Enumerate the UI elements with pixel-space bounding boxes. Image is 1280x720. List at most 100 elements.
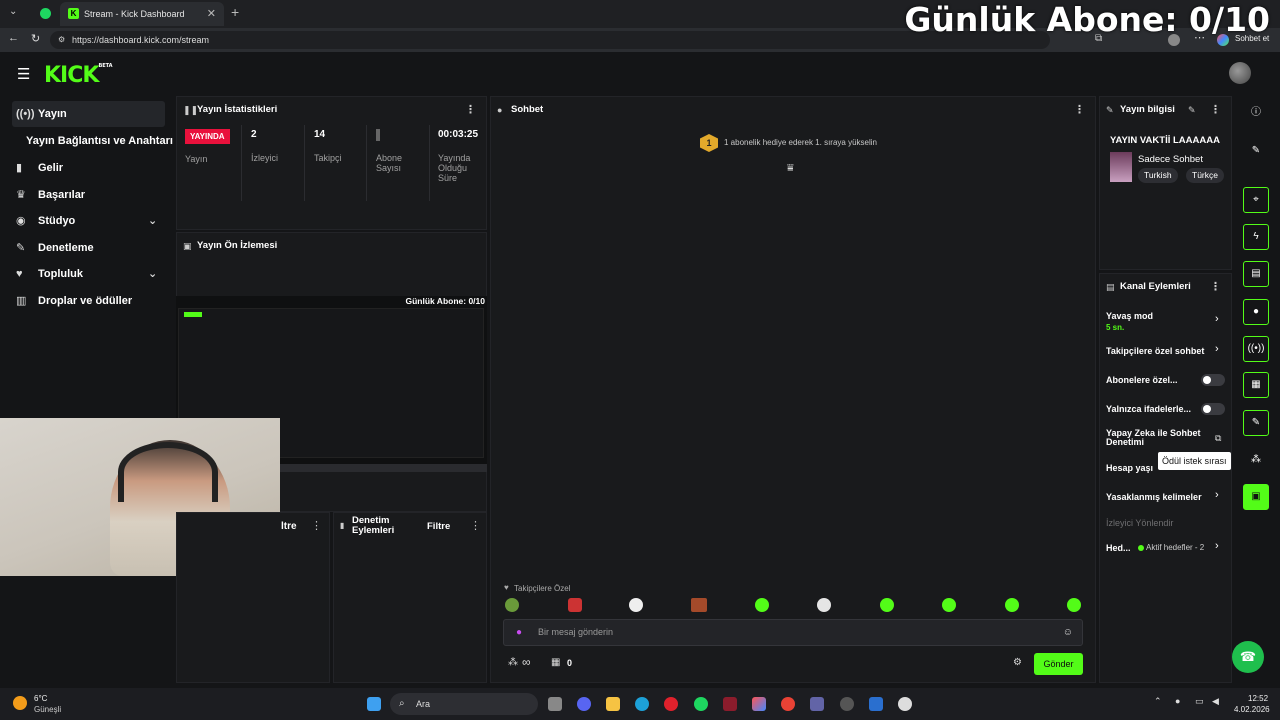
steam-icon[interactable] bbox=[840, 697, 854, 711]
taskbar-search[interactable]: ⌕ Ara bbox=[390, 693, 538, 715]
chevron-right-icon[interactable]: › bbox=[1215, 343, 1219, 355]
reward-queue-icon[interactable]: ⁂ bbox=[1243, 447, 1269, 473]
chat-settings-icon[interactable]: ⚙ bbox=[1013, 657, 1022, 668]
obs-icon[interactable] bbox=[898, 697, 912, 711]
sidebar-item-drops[interactable]: ▥ Droplar ve ödüller bbox=[12, 288, 132, 314]
emote-6-icon[interactable] bbox=[817, 598, 831, 612]
filter-button[interactable]: Filtre bbox=[427, 521, 450, 532]
kick-logo[interactable]: KICKBETA bbox=[44, 63, 113, 88]
emote-5-icon[interactable] bbox=[755, 598, 769, 612]
back-icon[interactable]: ← bbox=[8, 32, 19, 44]
new-tab-icon[interactable]: + bbox=[231, 4, 239, 20]
slow-mode-label: Yavaş mod bbox=[1106, 311, 1154, 321]
chevron-right-icon[interactable]: › bbox=[1215, 540, 1219, 552]
panel-header: ▤ Kanal Eylemleri ⋮ bbox=[1100, 274, 1231, 300]
subscribers-only-toggle[interactable] bbox=[1201, 374, 1225, 386]
opera-icon[interactable] bbox=[664, 697, 678, 711]
layers-icon[interactable]: ▦ bbox=[1243, 372, 1269, 398]
sidebar-item-revenue[interactable]: ▮ Gelir bbox=[12, 155, 63, 181]
close-icon[interactable]: ✕ bbox=[207, 2, 216, 26]
ai-moderation-row[interactable]: Yapay Zeka ile Sohbet Denetimi bbox=[1106, 429, 1206, 447]
chrome-icon[interactable] bbox=[781, 697, 795, 711]
menu-dots-icon[interactable]: ⋮ bbox=[1210, 97, 1221, 123]
lightning-icon[interactable]: ϟ bbox=[1243, 224, 1269, 250]
menu-dots-icon[interactable]: ⋮ bbox=[1074, 97, 1085, 123]
plugin-icon[interactable]: ▣ bbox=[1243, 484, 1269, 510]
sidebar-item-moderation[interactable]: ✎ Denetleme bbox=[12, 235, 94, 261]
copilot-app-icon[interactable] bbox=[752, 697, 766, 711]
external-link-icon[interactable]: ⧉ bbox=[1215, 433, 1221, 444]
emote-1-icon[interactable] bbox=[505, 598, 519, 612]
emote-4-icon[interactable] bbox=[691, 598, 707, 612]
emote-9-icon[interactable] bbox=[1005, 598, 1019, 612]
site-info-icon[interactable]: ⚙ bbox=[58, 31, 65, 49]
app-icon-blue[interactable] bbox=[869, 697, 883, 711]
gift-icon[interactable]: ▦ bbox=[551, 657, 560, 668]
discord-icon[interactable] bbox=[577, 697, 591, 711]
gift-sub-notice[interactable]: 1 1 abonelik hediye ederek 1. sıraya yük… bbox=[700, 134, 877, 152]
emotes-only-toggle[interactable] bbox=[1201, 403, 1225, 415]
emote-8-icon[interactable] bbox=[942, 598, 956, 612]
menu-dots-icon[interactable]: ⋮ bbox=[311, 519, 322, 532]
tag-turkish[interactable]: Turkish bbox=[1138, 168, 1178, 183]
menu-dots-icon[interactable]: ⋮ bbox=[465, 97, 476, 123]
tag-turkce[interactable]: Türkçe bbox=[1186, 168, 1224, 183]
edit-icon[interactable]: ✎ bbox=[1188, 97, 1196, 123]
chevron-right-icon[interactable]: › bbox=[1215, 489, 1219, 501]
file-explorer-icon[interactable] bbox=[606, 697, 620, 711]
panel-title: Yayın bilgisi bbox=[1120, 104, 1175, 115]
emoji-icon[interactable]: ☺ bbox=[1063, 620, 1073, 645]
user-avatar[interactable] bbox=[1229, 62, 1251, 84]
network-icon[interactable]: ▭ bbox=[1195, 696, 1204, 707]
microphone-icon[interactable]: ● bbox=[516, 620, 522, 645]
volume-icon[interactable]: ◀ bbox=[1212, 696, 1219, 707]
broadcast-signal-icon[interactable]: ((•)) bbox=[1243, 336, 1269, 362]
sidebar-item-stream[interactable]: ((•)) Yayın bbox=[12, 101, 165, 127]
tray-overflow-icon[interactable]: ⌃ bbox=[1154, 696, 1162, 707]
microphone-tray-icon[interactable]: ● bbox=[1175, 696, 1180, 706]
send-button[interactable]: Gönder bbox=[1034, 653, 1083, 675]
document-icon[interactable]: ▤ bbox=[1243, 261, 1269, 287]
weather-icon[interactable] bbox=[13, 696, 27, 710]
pinned-toggle-icon[interactable]: ⩸ bbox=[787, 162, 794, 175]
wrench-tool-icon[interactable]: ✎ bbox=[1243, 410, 1269, 436]
windows-start-icon[interactable] bbox=[367, 697, 381, 711]
spotify-icon[interactable] bbox=[694, 697, 708, 711]
sidebar-item-stream-key[interactable]: Yayın Bağlantısı ve Anahtarı bbox=[12, 128, 173, 154]
emote-7-icon[interactable] bbox=[880, 598, 894, 612]
support-icon[interactable]: ☎ bbox=[1232, 641, 1264, 673]
task-view-icon[interactable] bbox=[548, 697, 562, 711]
pencil-icon[interactable]: ✎ bbox=[1243, 138, 1269, 164]
sidebar-item-community[interactable]: ♥ Topluluk ⌄ bbox=[12, 261, 157, 287]
url-field[interactable]: ⚙ https://dashboard.kick.com/stream bbox=[50, 31, 1050, 49]
account-age-row[interactable]: Hesap yaşı bbox=[1106, 463, 1153, 473]
banned-words-row[interactable]: Yasaklanmış kelimeler bbox=[1106, 492, 1202, 502]
sidebar-item-achievements[interactable]: ♛ Başarılar bbox=[12, 182, 85, 208]
crowd-icon[interactable]: ⁂ bbox=[508, 657, 518, 668]
reload-icon[interactable]: ↻ bbox=[31, 32, 40, 45]
sidebar-item-label: Denetleme bbox=[38, 242, 94, 254]
edge-icon[interactable] bbox=[635, 697, 649, 711]
app-icon-red[interactable] bbox=[723, 697, 737, 711]
chat-message-input[interactable]: ● Bir mesaj gönderin ☺ bbox=[503, 619, 1083, 646]
info-icon[interactable]: ⓘ bbox=[1243, 100, 1269, 126]
sidebar-item-studio[interactable]: ◉ Stüdyo ⌄ bbox=[12, 208, 157, 234]
followers-chat-row[interactable]: Takipçilere özel sohbet bbox=[1106, 346, 1204, 356]
teams-icon[interactable] bbox=[810, 697, 824, 711]
hamburger-icon[interactable]: ☰ bbox=[17, 65, 30, 83]
redirect-viewers-row[interactable]: İzleyici Yönlendir bbox=[1106, 518, 1173, 528]
goals-row[interactable]: Hed... Aktif hedefler - 2 bbox=[1106, 543, 1204, 553]
chat-bubble-icon[interactable]: ● bbox=[1243, 299, 1269, 325]
slow-mode-row[interactable]: Yavaş mod 5 sn. bbox=[1106, 311, 1153, 332]
menu-dots-icon[interactable]: ⋮ bbox=[470, 519, 481, 532]
emote-2-icon[interactable] bbox=[568, 598, 582, 612]
sidebar-item-label: Yayın Bağlantısı ve Anahtarı bbox=[26, 135, 173, 147]
chevron-down-icon[interactable]: ⌄ bbox=[9, 6, 17, 17]
browser-tab-active[interactable]: K Stream - Kick Dashboard ✕ bbox=[60, 2, 224, 26]
menu-dots-icon[interactable]: ⋮ bbox=[1210, 274, 1221, 300]
spotify-tab-icon[interactable] bbox=[40, 8, 51, 19]
scan-icon[interactable]: ⌖ bbox=[1243, 187, 1269, 213]
emote-3-icon[interactable] bbox=[629, 598, 643, 612]
chevron-right-icon[interactable]: › bbox=[1215, 313, 1219, 325]
emote-10-icon[interactable] bbox=[1067, 598, 1081, 612]
